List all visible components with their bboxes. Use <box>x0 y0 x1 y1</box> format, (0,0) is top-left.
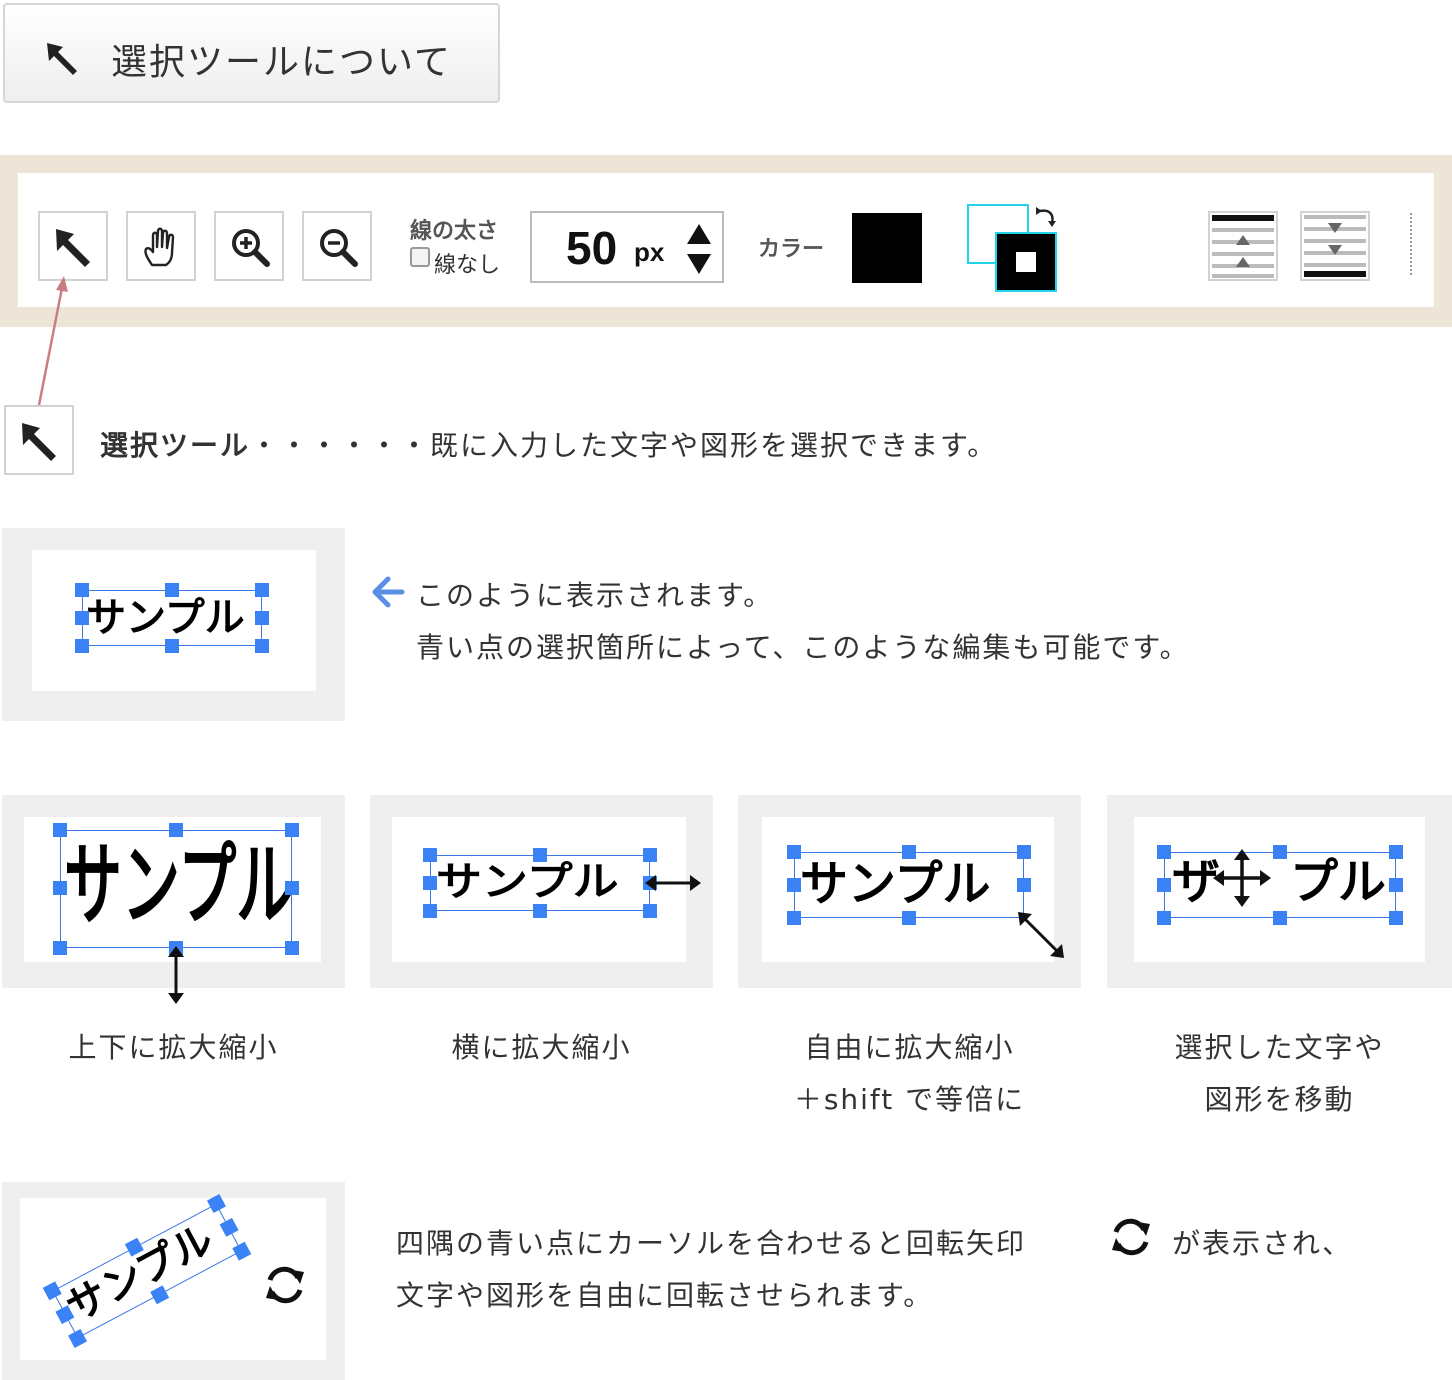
zoom-out-icon <box>320 229 358 267</box>
info-line-1: このように表示されます。 <box>416 579 774 612</box>
pointer-arrow <box>37 276 68 406</box>
send-backward-icon[interactable] <box>1300 211 1370 281</box>
cursor-arrow-icon <box>56 229 90 267</box>
no-line-label: 線なし <box>434 253 501 278</box>
caption-move-line-2: 図形を移動 <box>1204 1083 1355 1116</box>
resize-handle[interactable] <box>53 881 67 895</box>
heading-title: 選択ツールについて <box>111 42 452 83</box>
selection-box <box>82 590 262 646</box>
move-cursor-icon <box>1213 849 1271 907</box>
decrement-arrow-icon[interactable] <box>686 253 712 275</box>
horizontal-resize-cursor-icon <box>645 875 701 891</box>
resize-handle[interactable] <box>285 823 299 837</box>
cursor-arrow-icon <box>47 43 77 75</box>
caption-free-line-1: 自由に拡大縮小 <box>804 1031 1015 1064</box>
stroke-fill-swap-control[interactable] <box>966 201 1066 301</box>
resize-handle[interactable] <box>75 583 89 597</box>
resize-handle[interactable] <box>787 911 801 925</box>
selection-box <box>794 852 1024 918</box>
resize-handle[interactable] <box>75 639 89 653</box>
line-width-stepper[interactable]: 50 px <box>530 211 724 283</box>
toolbar-divider <box>1410 213 1412 275</box>
zoom-out-tool-button[interactable] <box>302 211 372 281</box>
resize-handle[interactable] <box>787 845 801 859</box>
resize-handle[interactable] <box>533 848 547 862</box>
selection-box <box>430 855 650 911</box>
caption-vertical: 上下に拡大縮小 <box>68 1031 279 1064</box>
zoom-in-icon <box>232 229 270 267</box>
resize-handle[interactable] <box>169 823 183 837</box>
selection-box <box>1164 852 1396 918</box>
resize-handle[interactable] <box>902 845 916 859</box>
resize-handle[interactable] <box>1017 878 1031 892</box>
resize-handle[interactable] <box>1273 911 1287 925</box>
color-swatch[interactable] <box>852 213 922 283</box>
left-arrow-icon <box>372 576 405 608</box>
rotate-cursor-icon <box>1112 1218 1150 1256</box>
hand-icon <box>144 227 175 267</box>
resize-handle[interactable] <box>1273 845 1287 859</box>
resize-handle[interactable] <box>165 639 179 653</box>
resize-handle[interactable] <box>255 611 269 625</box>
resize-handle[interactable] <box>423 848 437 862</box>
no-line-checkbox[interactable] <box>410 247 430 267</box>
select-tool-icon-box <box>4 405 74 475</box>
resize-handle[interactable] <box>255 583 269 597</box>
bring-forward-icon[interactable] <box>1208 211 1278 281</box>
vertical-resize-cursor-icon <box>168 946 184 1004</box>
resize-handle[interactable] <box>1389 911 1403 925</box>
caption-free-line-2: ＋shift で等倍に <box>793 1083 1026 1116</box>
color-label: カラー <box>758 237 825 262</box>
selection-box <box>60 830 292 948</box>
caption-horizontal: 横に拡大縮小 <box>451 1031 632 1064</box>
caption-move-line-1: 選択した文字や <box>1174 1031 1385 1064</box>
resize-handle[interactable] <box>165 583 179 597</box>
heading-button[interactable]: 選択ツールについて <box>3 3 500 103</box>
resize-handle[interactable] <box>423 876 437 890</box>
resize-handle[interactable] <box>1157 911 1171 925</box>
select-tool-text: 既に入力した文字や図形を選択できます。 <box>430 429 998 462</box>
resize-handle[interactable] <box>53 941 67 955</box>
resize-handle[interactable] <box>423 904 437 918</box>
leader-dots: ・・・・・・ <box>250 429 431 462</box>
resize-handle[interactable] <box>285 881 299 895</box>
resize-handle[interactable] <box>643 848 657 862</box>
info-line-2: 青い点の選択箇所によって、このような編集も可能です。 <box>416 631 1190 664</box>
resize-handle[interactable] <box>53 823 67 837</box>
resize-handle[interactable] <box>1157 845 1171 859</box>
resize-handle[interactable] <box>285 941 299 955</box>
resize-handle[interactable] <box>255 639 269 653</box>
rotate-description-line-2: 文字や図形を自由に回転させられます。 <box>396 1279 934 1312</box>
resize-handle[interactable] <box>1389 878 1403 892</box>
resize-handle[interactable] <box>75 611 89 625</box>
select-tool-name: 選択ツール <box>100 429 251 462</box>
line-width-value: 50 <box>566 222 618 274</box>
increment-arrow-icon[interactable] <box>686 223 712 245</box>
zoom-in-tool-button[interactable] <box>214 211 284 281</box>
line-width-unit: px <box>634 237 665 267</box>
cursor-arrow-icon <box>22 423 56 461</box>
hand-tool-button[interactable] <box>126 211 196 281</box>
line-width-label: 線の太さ <box>410 219 499 244</box>
resize-handle[interactable] <box>902 911 916 925</box>
rotate-description-line-1: 四隅の青い点にカーソルを合わせると回転矢印 <box>396 1227 1027 1260</box>
resize-handle[interactable] <box>643 904 657 918</box>
resize-handle[interactable] <box>533 904 547 918</box>
rotate-description-line-1-end: が表示され、 <box>1172 1227 1353 1260</box>
resize-handle[interactable] <box>1157 878 1171 892</box>
resize-handle[interactable] <box>1017 845 1031 859</box>
toolbar: 線の太さ 線なし 50 px カラー <box>18 173 1434 307</box>
diagonal-resize-cursor-icon <box>1018 912 1064 958</box>
rotate-cursor-icon <box>266 1266 304 1304</box>
resize-handle[interactable] <box>1389 845 1403 859</box>
select-tool-description: 選択ツール・・・・・・既に入力した文字や図形を選択できます。 <box>100 424 997 464</box>
resize-handle[interactable] <box>787 878 801 892</box>
